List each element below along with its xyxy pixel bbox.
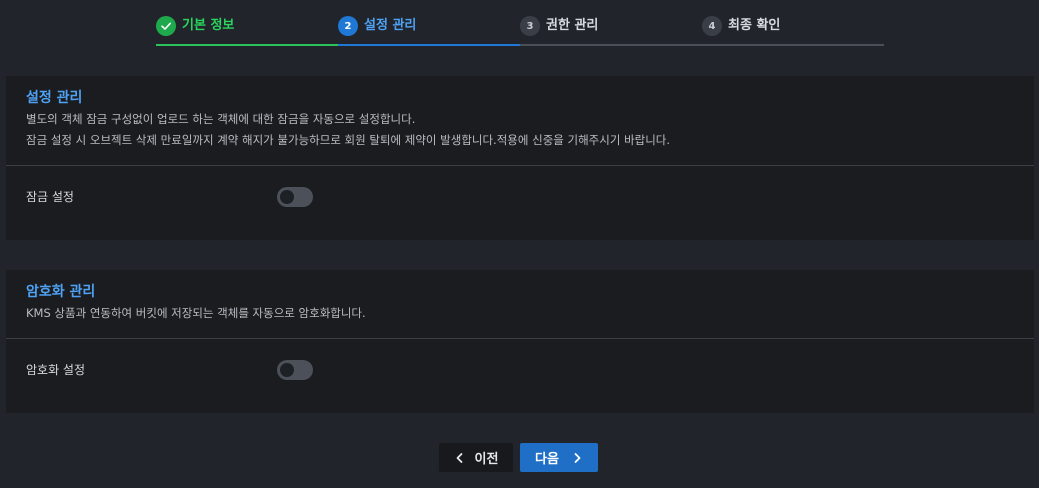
step-number: 4 [702, 16, 722, 36]
step-label: 권한 관리 [546, 18, 599, 33]
encryption-setting-toggle[interactable] [277, 360, 313, 380]
prev-button-label: 이전 [474, 452, 499, 467]
next-button-label: 다음 [535, 452, 559, 467]
step-number: 2 [338, 16, 358, 36]
step-label: 최종 확인 [728, 18, 781, 33]
description-line: 잠금 설정 시 오브젝트 삭제 만료일까지 계약 해지가 불가능하므로 회원 탈… [26, 133, 671, 147]
panel-description: KMS 상품과 연동하여 버킷에 저장되는 객체를 자동으로 암호화합니다. [26, 303, 1014, 324]
step-settings[interactable]: 2 설정 관리 [338, 0, 520, 46]
lock-setting-row: 잠금 설정 [6, 166, 1034, 226]
lock-setting-label: 잠금 설정 [26, 190, 74, 204]
check-icon [156, 16, 176, 36]
step-permissions[interactable]: 3 권한 관리 [520, 0, 702, 46]
description-line: KMS 상품과 연동하여 버킷에 저장되는 객체를 자동으로 암호화합니다. [26, 306, 366, 320]
encryption-setting-row: 암호화 설정 [6, 339, 1034, 399]
panel-title: 암호화 관리 [26, 284, 96, 300]
panel-description: 별도의 객체 잠금 구성없이 업로드 하는 객체에 대한 잠금을 자동으로 설정… [26, 109, 1014, 151]
step-basic-info[interactable]: 기본 정보 [156, 0, 338, 46]
lock-setting-toggle[interactable] [277, 187, 313, 207]
step-label: 기본 정보 [182, 18, 235, 33]
encryption-panel: 암호화 관리 KMS 상품과 연동하여 버킷에 저장되는 객체를 자동으로 암호… [6, 270, 1034, 413]
panel-title: 설정 관리 [26, 90, 83, 106]
step-label: 설정 관리 [364, 18, 417, 33]
chevron-left-icon [454, 452, 466, 464]
encryption-setting-label: 암호화 설정 [26, 363, 86, 377]
toggle-knob [280, 190, 294, 204]
next-button[interactable]: 다음 [520, 443, 598, 472]
description-line: 별도의 객체 잠금 구성없이 업로드 하는 객체에 대한 잠금을 자동으로 설정… [26, 112, 416, 126]
stepper: 기본 정보 2 설정 관리 3 권한 관리 4 최종 확인 [156, 0, 884, 46]
toggle-knob [280, 363, 294, 377]
prev-button[interactable]: 이전 [439, 443, 513, 472]
step-final-check[interactable]: 4 최종 확인 [702, 0, 884, 46]
panel-header: 설정 관리 별도의 객체 잠금 구성없이 업로드 하는 객체에 대한 잠금을 자… [6, 76, 1034, 165]
lock-settings-panel: 설정 관리 별도의 객체 잠금 구성없이 업로드 하는 객체에 대한 잠금을 자… [6, 76, 1034, 240]
page: 기본 정보 2 설정 관리 3 권한 관리 4 최종 확인 설정 관리 별도의 … [0, 0, 1039, 488]
panel-header: 암호화 관리 KMS 상품과 연동하여 버킷에 저장되는 객체를 자동으로 암호… [6, 270, 1034, 338]
step-number: 3 [520, 16, 540, 36]
chevron-right-icon [571, 452, 583, 464]
